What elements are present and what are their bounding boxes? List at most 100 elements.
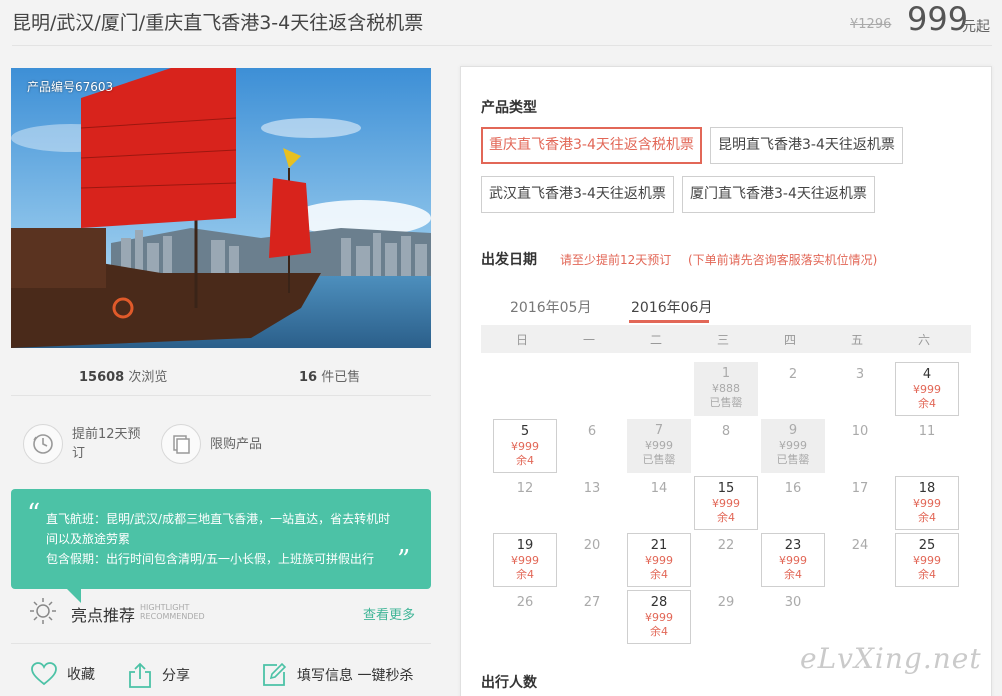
day-price: ¥999 [913,383,941,396]
views-label: 次浏览 [128,370,168,385]
product-type-option[interactable]: 厦门直飞香港3-4天往返机票 [682,176,875,213]
page-title: 昆明/武汉/厦门/重庆直飞香港3-4天往返含税机票 [12,12,424,34]
day-number: 17 [851,481,869,496]
calendar-day: 30 [761,590,825,644]
day-number: 24 [851,538,869,553]
watermark: eLvXing.net [800,642,982,675]
bubble-line: 直飞航班：昆明/武汉/成都三地直飞香港，一站直达，省去转机时间以及旅途劳累 [46,512,391,546]
day-remaining: 已售罄 [709,396,743,409]
weekday-header: 日 一 二 三 四 五 六 [481,325,971,353]
calendar-day: 26 [493,590,557,644]
product-type-option[interactable]: 重庆直飞香港3-4天往返含税机票 [481,127,702,164]
calendar-day[interactable]: 19 ¥999 余4 [493,533,557,587]
calendar-day: 9 ¥999 已售罄 [761,419,825,473]
share-button[interactable]: 分享 [128,662,190,688]
favorite-button[interactable]: 收藏 [31,662,95,686]
day-remaining: 余4 [918,397,936,410]
weekday-label: 日 [515,333,528,347]
sun-icon [30,598,56,624]
day-price: ¥999 [645,554,673,567]
advance-notice: 请至少提前12天预订 [560,253,672,267]
sold-label: 件已售 [321,370,361,385]
feature-label: 提前12天预订 [72,427,141,461]
calendar-day: 10 [828,419,892,473]
day-number: 15 [717,481,735,496]
day-number: 7 [654,423,664,438]
calendar-day: 7 ¥999 已售罄 [627,419,691,473]
calendar-day[interactable]: 5 ¥999 余4 [493,419,557,473]
calendar-day: 13 [560,476,624,530]
feature-advance-booking: 提前12天预订 [23,424,144,464]
calendar-day: 24 [828,533,892,587]
product-type-option[interactable]: 武汉直飞香港3-4天往返机票 [481,176,674,213]
hero-image: 产品编号67603 [11,68,431,348]
day-number: 23 [784,538,802,553]
day-number: 29 [717,595,735,610]
product-type-option[interactable]: 昆明直飞香港3-4天往返机票 [710,127,903,164]
weekday-label: 四 [783,333,796,347]
weekday-label: 二 [649,333,662,347]
sold-stat: 16 件已售 [299,366,360,385]
clock-icon [23,424,63,464]
calendar-day: 8 [694,419,758,473]
view-more-link[interactable]: 查看更多 [363,604,415,623]
junk-boat-photo [11,68,431,348]
sold-count: 16 [299,370,318,385]
calendar-day[interactable]: 23 ¥999 余4 [761,533,825,587]
page: 昆明/武汉/厦门/重庆直飞香港3-4天往返含税机票 ¥1296 999 元起 产… [0,0,1002,696]
travelers-title: 出行人数 [481,675,537,691]
highlight-subtitle: HIGHTLIGHT RECOMMENDED [140,603,205,621]
calendar-day[interactable]: 28 ¥999 余4 [627,590,691,644]
share-icon [129,662,151,688]
calendar-day: 29 [694,590,758,644]
day-remaining: 余4 [717,511,735,524]
quick-order-label: 填写信息 一键秒杀 [297,668,414,684]
bubble-text: 直飞航班：昆明/武汉/成都三地直飞香港，一站直达，省去转机时间以及旅途劳累 包含… [46,509,401,569]
feature-limited: 限购产品 [161,424,262,464]
views-stat: 15608 次浏览 [79,366,167,385]
bubble-line: 包含假期：出行时间包含清明/五一小长假，上班族可拼假出行 [46,552,375,566]
stats-bar: 15608 次浏览 16 件已售 [11,356,431,396]
calendar-day: 14 [627,476,691,530]
tab-month-may[interactable]: 2016年05月 [510,297,591,317]
calendar-day[interactable]: 15 ¥999 余4 [694,476,758,530]
calendar-day[interactable]: 4 ¥999 余4 [895,362,959,416]
calendar-day: 2 [761,362,825,416]
calendar-day[interactable]: 18 ¥999 余4 [895,476,959,530]
active-tab-indicator [629,320,709,323]
features-row: 提前12天预订 限购产品 [11,398,431,478]
day-price: ¥999 [712,497,740,510]
day-price: ¥999 [913,554,941,567]
close-quote-icon: ” [397,545,411,575]
edit-icon [263,662,287,686]
calendar-day: 11 [895,419,959,473]
calendar-day: 3 [828,362,892,416]
action-bar: 收藏 分享 填写信息 一键秒杀 [11,658,431,696]
day-remaining: 余4 [516,454,534,467]
day-price: ¥999 [779,554,807,567]
day-number: 5 [520,424,530,439]
highlight-bubble: “ 直飞航班：昆明/武汉/成都三地直飞香港，一站直达，省去转机时间以及旅途劳累 … [11,489,431,603]
calendar-day[interactable]: 21 ¥999 余4 [627,533,691,587]
day-number: 4 [922,367,932,382]
day-number: 3 [855,367,865,382]
day-price: ¥999 [511,554,539,567]
day-price: ¥999 [779,439,807,452]
divider [11,643,431,644]
calendar-day: 6 [560,419,624,473]
original-price: ¥1296 [850,17,892,32]
day-number: 12 [516,481,534,496]
current-price: 999 [907,0,969,38]
product-number: 产品编号67603 [27,80,114,94]
day-remaining: 余4 [784,568,802,581]
day-price: ¥999 [645,439,673,452]
day-number: 16 [784,481,802,496]
highlight-en-2: RECOMMENDED [140,612,205,621]
quick-order-button[interactable]: 填写信息 一键秒杀 [261,662,413,688]
tab-month-june[interactable]: 2016年06月 [631,297,712,317]
calendar-day: 12 [493,476,557,530]
weekday-label: 三 [716,333,729,347]
weekday-label: 五 [850,333,863,347]
day-number: 19 [516,538,534,553]
calendar-day[interactable]: 25 ¥999 余4 [895,533,959,587]
